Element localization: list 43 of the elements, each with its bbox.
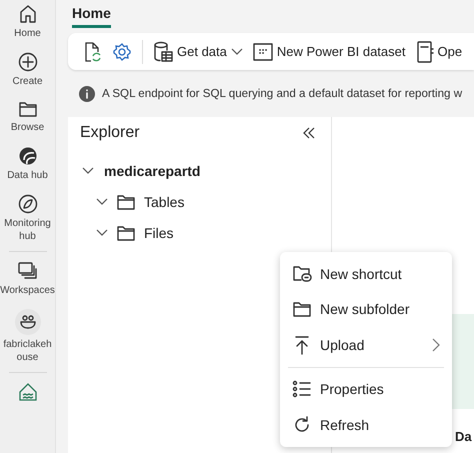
dataset-icon (252, 42, 273, 60)
folder-icon[interactable] (18, 100, 38, 118)
info-text: A SQL endpoint for SQL querying and a default dataset for reporting w (102, 87, 462, 100)
nav-label[interactable]: Workspaces (0, 284, 55, 297)
menu-item[interactable]: Properties (280, 372, 452, 407)
tree-item[interactable]: Tables (68, 186, 331, 217)
menu-item[interactable]: New subfolder (280, 292, 452, 327)
stacked-windows-icon[interactable] (16, 261, 38, 281)
folder-icon (116, 224, 136, 242)
nav-label[interactable]: Data hub (0, 169, 55, 182)
folder-icon (292, 300, 312, 318)
folder-icon (116, 192, 136, 210)
menu-item[interactable]: Refresh (280, 407, 452, 442)
people-icon[interactable] (14, 309, 40, 335)
info-icon (79, 86, 95, 102)
lakehouse-icon[interactable] (18, 382, 38, 402)
hub-icon[interactable] (18, 146, 38, 166)
nav-label[interactable]: Monitoring hub (2, 217, 54, 243)
toolbar-button[interactable]: New Power BI dataset (252, 42, 406, 60)
add-icon[interactable] (18, 52, 38, 72)
list-icon (292, 380, 312, 398)
nav-label[interactable]: Browse (0, 121, 55, 134)
collapse-icon[interactable] (303, 127, 315, 139)
folder-link-icon (292, 264, 312, 283)
nav-label[interactable]: Create (0, 75, 55, 88)
panel-title: Explorer (80, 124, 140, 142)
chevron-down-icon (230, 48, 243, 55)
notebook-icon (416, 40, 434, 62)
toolbar-button[interactable]: Ope (416, 40, 462, 62)
nav-label[interactable]: Home (0, 27, 55, 40)
home-icon[interactable] (18, 4, 38, 24)
gauge-icon[interactable] (18, 194, 38, 214)
tree-item[interactable]: medicarepartd (68, 155, 331, 186)
toolbar-button[interactable]: Get data (153, 40, 243, 62)
chevron-right-icon (432, 338, 440, 352)
tab[interactable]: Home (72, 0, 111, 28)
nav-label[interactable]: fabriclakehouse (2, 338, 54, 364)
section-heading: Da (455, 429, 473, 444)
tree-item[interactable]: Files (68, 217, 331, 248)
menu-item[interactable]: Upload (280, 327, 452, 362)
database-table-icon (153, 40, 173, 62)
settings-icon[interactable] (112, 42, 132, 62)
menu-item[interactable]: New shortcut (280, 256, 452, 292)
